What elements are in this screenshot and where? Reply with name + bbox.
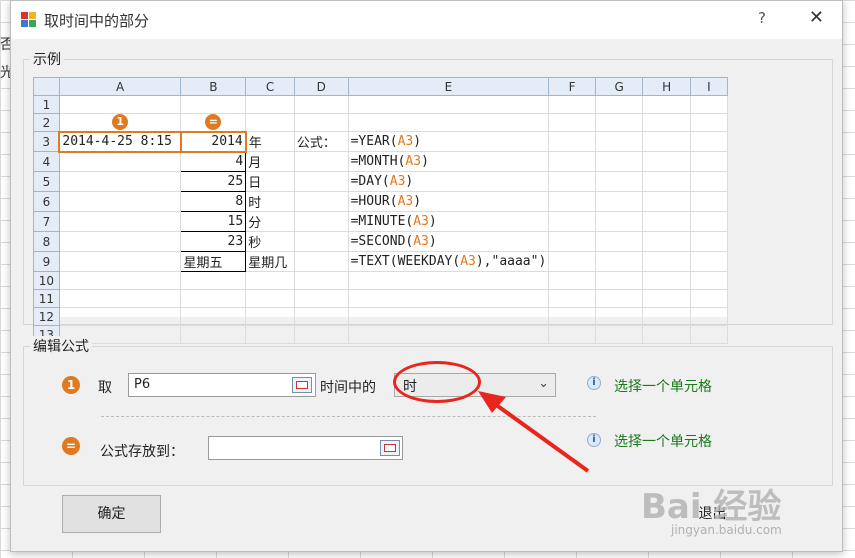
unit-cell: 月 [245, 151, 295, 172]
row-header: 11 [33, 289, 60, 308]
row-header: 10 [33, 271, 60, 290]
time-of-label: 时间中的 [320, 380, 376, 396]
edit-formula-group-label: 编辑公式 [30, 336, 92, 356]
sheet-row: 2 1 = [33, 113, 729, 132]
sheet-row: 1 [33, 95, 729, 114]
sheet-row: 4 4 月 =MONTH(A3) [33, 151, 729, 172]
formula-cell: =SECOND(A3) [347, 231, 550, 252]
take-label: 取 [98, 380, 112, 396]
source-datetime-cell: 2014-4-25 8:15 [58, 130, 182, 153]
unit-cell: 时 [245, 191, 295, 212]
column-header: I [689, 77, 729, 96]
app-icon [21, 12, 37, 28]
range-picker-icon[interactable] [380, 440, 400, 456]
column-header-row: A B C D E F G H I [33, 77, 729, 96]
title-bar: 取时间中的部分 ? ✕ [11, 1, 842, 39]
column-header: D [293, 77, 349, 96]
row-header: 7 [33, 211, 60, 232]
row-header: 2 [33, 113, 60, 132]
output-cell-input[interactable] [208, 436, 403, 460]
column-header: H [642, 77, 691, 96]
row-header: 6 [33, 191, 60, 212]
column-header: B [180, 77, 247, 96]
source-cell-input[interactable]: P6 [128, 373, 316, 397]
select-cell-hint[interactable]: 选择一个单元格 [614, 376, 712, 396]
window-title: 取时间中的部分 [44, 12, 150, 30]
row-header: 1 [33, 95, 60, 114]
result-cell: 15 [180, 211, 247, 232]
dialog-window: 取时间中的部分 ? ✕ 示例 A B C D E F G H I 1 2 1 =… [10, 0, 843, 552]
sheet-row: 7 15 分 =MINUTE(A3) [33, 211, 729, 232]
formula-cell: =YEAR(A3) [347, 131, 550, 152]
ok-button[interactable]: 确定 [62, 495, 161, 533]
formula-cell: =HOUR(A3) [347, 191, 550, 212]
close-button[interactable]: ✕ [809, 7, 824, 28]
formula-cell: =DAY(A3) [347, 171, 550, 192]
row-header: 3 [33, 131, 60, 152]
sheet-row: 5 25 日 =DAY(A3) [33, 171, 729, 192]
info-icon: i [587, 376, 601, 390]
step-2-badge: = [205, 114, 222, 131]
column-header: F [548, 77, 596, 96]
select-cell-hint[interactable]: 选择一个单元格 [614, 431, 712, 451]
unit-cell: 年 [245, 131, 295, 152]
column-header: E [347, 77, 550, 96]
row-header: 4 [33, 151, 60, 172]
sheet-row: 10 [33, 271, 729, 290]
result-cell: 23 [180, 231, 247, 252]
column-header: A [58, 77, 182, 96]
formula-cell: =TEXT(WEEKDAY(A3),"aaaa") [347, 251, 550, 272]
help-button[interactable]: ? [758, 9, 766, 27]
formula-label: 公式： [293, 131, 349, 152]
watermark-logo: Bai 经验 [641, 487, 782, 527]
step-1-badge: 1 [62, 376, 80, 394]
result-cell: 星期五 [180, 251, 247, 272]
annotation-ellipse [393, 361, 481, 403]
unit-cell: 日 [245, 171, 295, 192]
unit-cell: 分 [245, 211, 295, 232]
range-picker-icon[interactable] [292, 377, 312, 393]
sheet-row: 13 [33, 325, 729, 344]
step-2-badge: = [62, 437, 80, 455]
unit-cell: 秒 [245, 231, 295, 252]
row-header: 5 [33, 171, 60, 192]
sheet-row: 3 2014-4-25 8:15 2014 年 公式： =YEAR(A3) [33, 130, 729, 153]
row-header: 8 [33, 231, 60, 252]
row-header: 9 [33, 251, 60, 272]
watermark-url: jingyan.baidu.com [671, 523, 782, 537]
sheet-corner [33, 77, 60, 96]
sheet-row: 8 23 秒 =SECOND(A3) [33, 231, 729, 252]
column-header: C [245, 77, 295, 96]
result-cell: 8 [180, 191, 247, 212]
column-header: G [594, 77, 644, 96]
sheet-row: 11 [33, 289, 729, 308]
row-header: 12 [33, 307, 60, 326]
sheet-row: 6 8 时 =HOUR(A3) [33, 191, 729, 212]
sheet-row: 9 星期五 星期几 =TEXT(WEEKDAY(A3),"aaaa") [33, 251, 729, 272]
result-cell: 2014 [179, 130, 247, 153]
formula-cell: =MONTH(A3) [347, 151, 550, 172]
example-sheet: A B C D E F G H I 1 2 1 = 3 2014-4-25 8:… [33, 77, 729, 344]
result-cell: 25 [180, 171, 247, 192]
result-cell: 4 [180, 151, 247, 172]
example-group-label: 示例 [30, 49, 64, 69]
formula-cell: =MINUTE(A3) [347, 211, 550, 232]
step-1-badge: 1 [112, 114, 129, 131]
unit-cell: 星期几 [245, 251, 295, 272]
annotation-arrow-icon [478, 391, 590, 473]
store-to-label: 公式存放到： [100, 444, 184, 460]
sheet-row: 12 [33, 307, 729, 326]
